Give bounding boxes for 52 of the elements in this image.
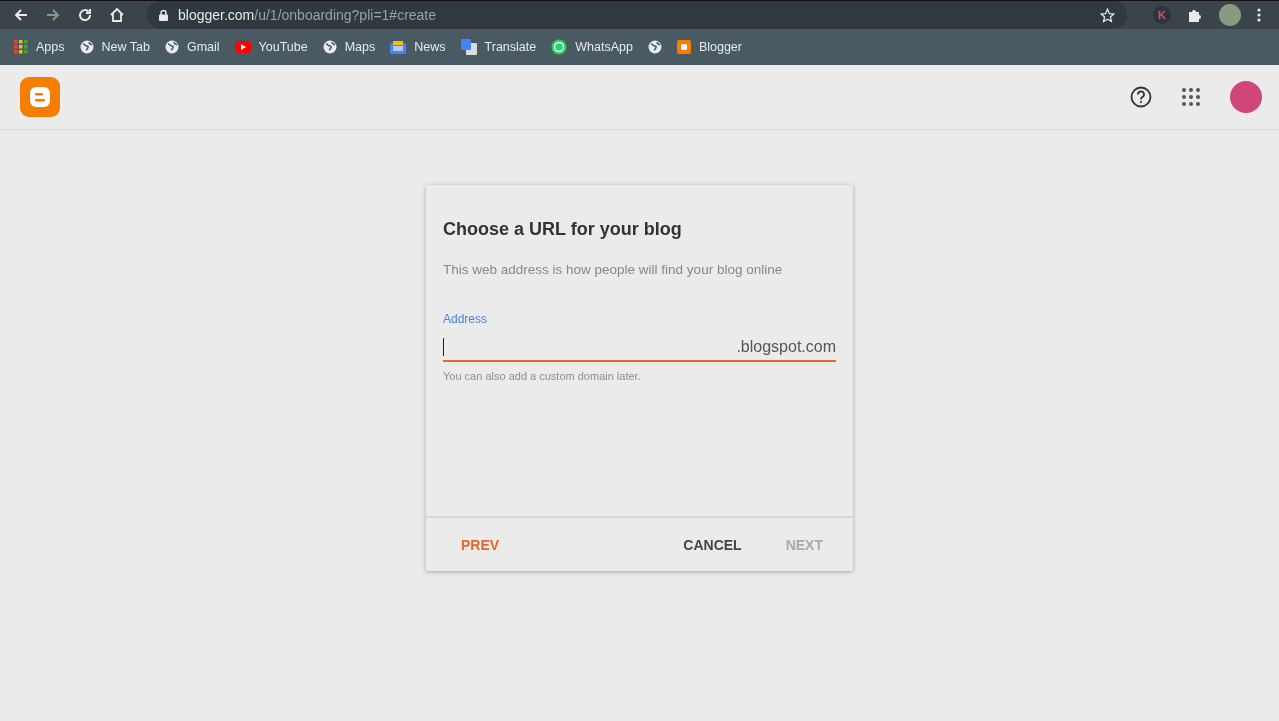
globe-icon bbox=[322, 40, 337, 54]
bookmark-label: Gmail bbox=[186, 40, 220, 54]
bookmark-label: News bbox=[414, 40, 446, 54]
bookmark-label: Translate bbox=[484, 40, 537, 54]
reload-icon[interactable] bbox=[77, 7, 93, 23]
cancel-button[interactable]: CANCEL bbox=[668, 528, 757, 561]
play-icon bbox=[234, 41, 251, 53]
home-icon[interactable] bbox=[109, 7, 125, 23]
globe-icon bbox=[164, 40, 179, 54]
extension-avatar[interactable]: K bbox=[1153, 6, 1171, 24]
bookmark[interactable]: Translate bbox=[460, 39, 537, 55]
dialog-title: Choose a URL for your blog bbox=[443, 219, 683, 240]
globe-icon bbox=[79, 40, 94, 54]
newspaper-icon bbox=[390, 40, 407, 54]
help-icon[interactable] bbox=[1130, 86, 1152, 108]
bookmark[interactable] bbox=[647, 40, 662, 54]
address-bar[interactable]: blogger.com/u/1/onboarding?pli=1#create bbox=[147, 1, 1127, 29]
globe-icon bbox=[647, 40, 662, 54]
helper-text: You can also add a custom domain later. bbox=[443, 370, 642, 382]
domain-suffix: .blogspot.com bbox=[736, 338, 836, 356]
bookmark[interactable]: Apps bbox=[14, 40, 65, 54]
back-icon[interactable] bbox=[13, 7, 29, 23]
blogger-logo-icon[interactable] bbox=[20, 77, 60, 117]
apps-grid-icon[interactable] bbox=[1182, 88, 1200, 106]
dialog-subtitle: This web address is how people will find your blog online bbox=[443, 262, 784, 277]
bookmark-label: Apps bbox=[36, 40, 65, 54]
bookmark[interactable]: Gmail bbox=[164, 40, 220, 54]
star-icon[interactable] bbox=[1100, 7, 1115, 23]
address-input-field[interactable]: .blogspot.com bbox=[443, 334, 836, 362]
url-text: blogger.com/u/1/onboarding?pli=1#create bbox=[178, 7, 437, 23]
bookmark[interactable]: YouTube bbox=[234, 40, 308, 54]
bookmark[interactable]: WhatsApp bbox=[551, 39, 633, 55]
field-label: Address bbox=[443, 312, 489, 326]
bookmark-label: WhatsApp bbox=[575, 40, 633, 54]
bookmark[interactable]: Maps bbox=[322, 40, 376, 54]
translate-icon bbox=[460, 39, 477, 55]
bookmark-label: YouTube bbox=[258, 40, 308, 54]
blogger-logo-icon bbox=[676, 40, 691, 54]
bookmark-label: Maps bbox=[344, 40, 376, 54]
bookmark-label: New Tab bbox=[101, 40, 150, 54]
bookmark-label: Blogger bbox=[698, 40, 742, 54]
bookmark[interactable]: News bbox=[390, 40, 446, 54]
chat-bubble-icon bbox=[551, 39, 568, 55]
apps-grid-icon bbox=[14, 40, 28, 54]
bookmark[interactable]: New Tab bbox=[79, 40, 150, 54]
puzzle-icon[interactable] bbox=[1187, 7, 1203, 23]
profile-avatar[interactable] bbox=[1219, 4, 1241, 26]
menu-icon[interactable] bbox=[1257, 8, 1261, 22]
lock-icon bbox=[159, 9, 168, 21]
forward-icon[interactable] bbox=[45, 7, 61, 23]
bookmark[interactable]: Blogger bbox=[676, 40, 742, 54]
account-avatar[interactable] bbox=[1230, 81, 1262, 113]
